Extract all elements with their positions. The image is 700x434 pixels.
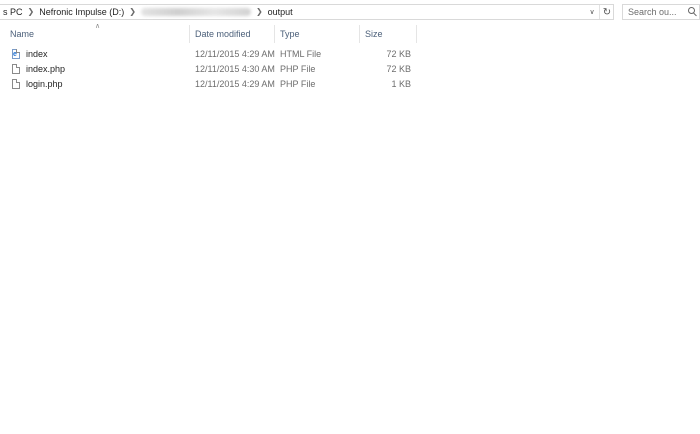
breadcrumb-this-pc[interactable]: s PC xyxy=(0,5,26,19)
breadcrumb-output[interactable]: output xyxy=(265,5,296,19)
search-input[interactable]: Search ou... xyxy=(622,4,700,20)
file-name: index xyxy=(26,49,48,59)
chevron-right-icon[interactable]: ❯ xyxy=(26,5,37,19)
column-header-type[interactable]: Type xyxy=(276,25,360,43)
breadcrumb-drive[interactable]: Nefronic Impulse (D:) xyxy=(36,5,127,19)
file-name: login.php xyxy=(26,79,63,89)
chevron-right-icon[interactable]: ❯ xyxy=(127,5,138,19)
file-row[interactable]: e index 12/11/2015 4:29 AM HTML File 72 … xyxy=(6,47,416,62)
file-size: 72 KB xyxy=(386,64,411,74)
refresh-icon[interactable]: ↻ xyxy=(599,5,614,19)
file-date: 12/11/2015 4:30 AM xyxy=(195,64,275,74)
html-file-icon: e xyxy=(12,49,20,59)
file-row[interactable]: login.php 12/11/2015 4:29 AM PHP File 1 … xyxy=(6,77,416,92)
address-row: s PC ❯ Nefronic Impulse (D:) ❯ ❯ output … xyxy=(0,0,700,26)
breadcrumb: s PC ❯ Nefronic Impulse (D:) ❯ ❯ output xyxy=(0,5,296,19)
file-date: 12/11/2015 4:29 AM xyxy=(195,49,275,59)
file-date: 12/11/2015 4:29 AM xyxy=(195,79,275,89)
address-bar[interactable]: s PC ❯ Nefronic Impulse (D:) ❯ ❯ output … xyxy=(0,4,614,20)
file-name: index.php xyxy=(26,64,66,74)
file-icon xyxy=(12,64,20,74)
file-icon xyxy=(12,79,20,89)
column-header-date-modified[interactable]: Date modified xyxy=(191,25,275,43)
chevron-down-icon[interactable]: ∨ xyxy=(585,5,599,19)
chevron-right-icon[interactable]: ❯ xyxy=(254,5,265,19)
file-type: HTML File xyxy=(280,49,322,59)
search-icon[interactable] xyxy=(688,7,695,14)
file-type: PHP File xyxy=(280,64,316,74)
file-size: 1 KB xyxy=(391,79,411,89)
file-row[interactable]: index.php 12/11/2015 4:30 AM PHP File 72… xyxy=(6,62,416,77)
search-placeholder: Search ou... xyxy=(628,7,677,17)
file-size: 72 KB xyxy=(386,49,411,59)
column-header-name[interactable]: Name xyxy=(6,25,190,43)
file-type: PHP File xyxy=(280,79,316,89)
column-header-size[interactable]: Size xyxy=(361,25,417,43)
breadcrumb-blurred-folder[interactable] xyxy=(140,8,251,16)
